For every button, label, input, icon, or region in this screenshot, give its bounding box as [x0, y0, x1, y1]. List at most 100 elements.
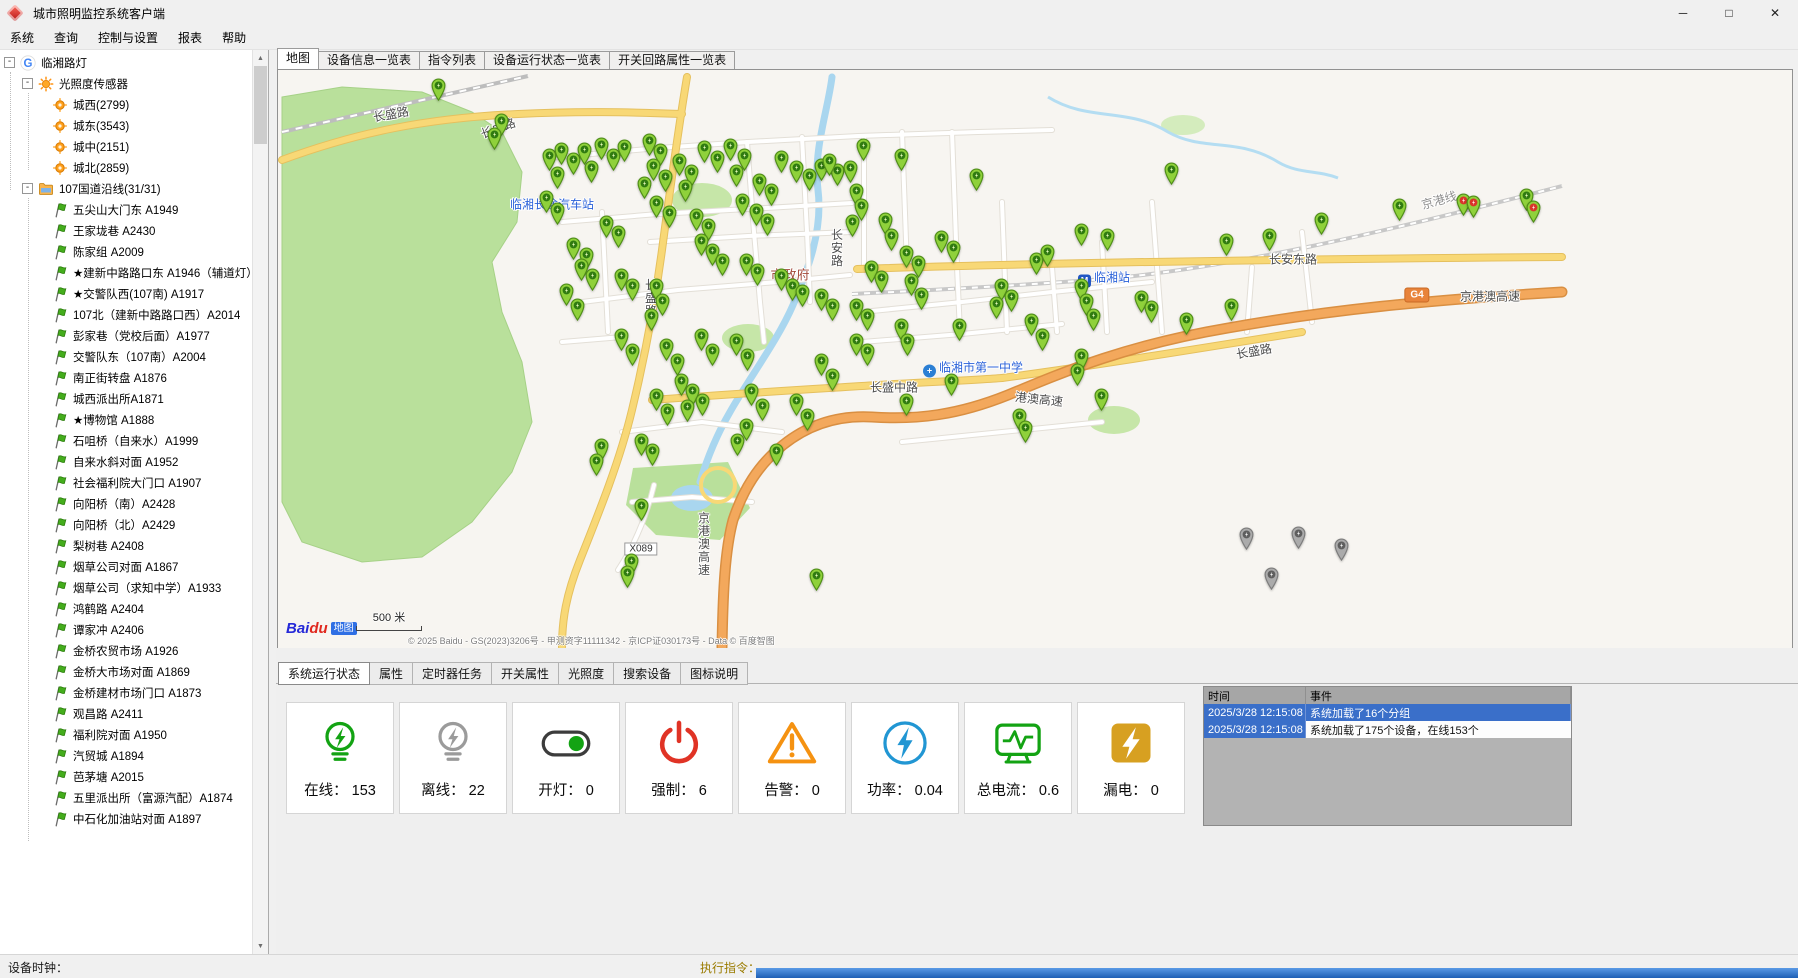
- tree-device-item[interactable]: 城西(2799): [0, 94, 252, 115]
- device-pin-online[interactable]: [588, 452, 605, 476]
- device-pin-online[interactable]: [844, 213, 861, 237]
- tree-device-item[interactable]: 交警队东（107南）A2004: [0, 346, 252, 367]
- device-pin-online[interactable]: [763, 182, 780, 206]
- device-pin-online[interactable]: [584, 267, 601, 291]
- status-card-alarm[interactable]: 告警：0: [738, 702, 846, 814]
- device-pin-online[interactable]: [821, 152, 838, 176]
- panel-tab-search-devices[interactable]: 搜索设备: [613, 662, 681, 685]
- device-pin-online[interactable]: [988, 295, 1005, 319]
- device-pin-alert[interactable]: [1465, 194, 1482, 218]
- device-pin-online[interactable]: [1261, 227, 1278, 251]
- device-pin-online[interactable]: [1223, 297, 1240, 321]
- panel-tab-system-status[interactable]: 系统运行状态: [278, 662, 370, 685]
- device-pin-online[interactable]: [729, 432, 746, 456]
- tab-switch-loop-props[interactable]: 开关回路属性一览表: [609, 51, 735, 69]
- device-pin-online[interactable]: [754, 397, 771, 421]
- event-log[interactable]: 时间 事件 2025/3/28 12:15:08系统加载了16个分组2025/3…: [1203, 686, 1572, 826]
- panel-tab-properties[interactable]: 属性: [369, 662, 413, 685]
- device-pin-online[interactable]: [759, 212, 776, 236]
- device-pin-online[interactable]: [1218, 232, 1235, 256]
- tree-scrollbar[interactable]: ▲ ▼: [252, 50, 268, 954]
- tree-device-item[interactable]: 观昌路 A2411: [0, 703, 252, 724]
- device-pin-online[interactable]: [824, 367, 841, 391]
- device-pin-online[interactable]: [549, 165, 566, 189]
- tab-command-list[interactable]: 指令列表: [419, 51, 485, 69]
- device-pin-online[interactable]: [694, 392, 711, 416]
- menu-item-control-settings[interactable]: 控制与设置: [88, 26, 168, 49]
- device-pin-online[interactable]: [624, 277, 641, 301]
- device-pin-online[interactable]: [1099, 227, 1116, 251]
- tree-device-item[interactable]: 五里派出所（富源汽配）A1874: [0, 787, 252, 808]
- device-pin-online[interactable]: [1069, 362, 1086, 386]
- device-pin-offline[interactable]: [1263, 566, 1280, 590]
- tree-device-item[interactable]: 彭家巷（党校后面）A1977: [0, 325, 252, 346]
- tree-device-item[interactable]: 向阳桥（北）A2429: [0, 514, 252, 535]
- device-pin-online[interactable]: [945, 239, 962, 263]
- status-card-offline[interactable]: 离线：22: [399, 702, 507, 814]
- tree-device-item[interactable]: ★交警队西(107南) A1917: [0, 283, 252, 304]
- tree-device-item[interactable]: 向阳桥（南）A2428: [0, 493, 252, 514]
- tree-device-item[interactable]: 社会福利院大门口 A1907: [0, 472, 252, 493]
- status-card-online[interactable]: 在线：153: [286, 702, 394, 814]
- tree-device-item[interactable]: 城西派出所A1871: [0, 388, 252, 409]
- tree-device-item[interactable]: 107北（建新中路路口西）A2014: [0, 304, 252, 325]
- device-pin-online[interactable]: [1039, 243, 1056, 267]
- device-pin-online[interactable]: [899, 332, 916, 356]
- device-pin-online[interactable]: [968, 167, 985, 191]
- device-pin-online[interactable]: [1003, 288, 1020, 312]
- panel-tab-illuminance[interactable]: 光照度: [558, 662, 614, 685]
- device-pin-alert[interactable]: [1525, 199, 1542, 223]
- tree-root-item[interactable]: -G临湘路灯: [0, 52, 252, 73]
- device-pin-offline[interactable]: [1290, 525, 1307, 549]
- event-log-header-event[interactable]: 事件: [1306, 687, 1571, 705]
- window-minimize-button[interactable]: ─: [1660, 0, 1706, 26]
- tree-group-item[interactable]: -光照度传感器: [0, 73, 252, 94]
- device-pin-online[interactable]: [610, 224, 627, 248]
- status-card-power[interactable]: 功率：0.04: [851, 702, 959, 814]
- tab-device-status[interactable]: 设备运行状态一览表: [484, 51, 610, 69]
- device-pin-online[interactable]: [799, 407, 816, 431]
- event-log-header-time[interactable]: 时间: [1204, 687, 1306, 705]
- status-card-lights-on[interactable]: 开灯：0: [512, 702, 620, 814]
- device-pin-online[interactable]: [714, 252, 731, 276]
- tree-device-item[interactable]: 鸿鹤路 A2404: [0, 598, 252, 619]
- device-pin-online[interactable]: [855, 137, 872, 161]
- tree-device-item[interactable]: 中石化加油站对面 A1897: [0, 808, 252, 829]
- tree-device-item[interactable]: 烟草公司（求知中学）A1933: [0, 577, 252, 598]
- device-pin-online[interactable]: [624, 342, 641, 366]
- panel-tab-switch-props[interactable]: 开关属性: [491, 662, 559, 685]
- tree-group-item[interactable]: -107国道沿线(31/31): [0, 178, 252, 199]
- tree-device-item[interactable]: 福利院对面 A1950: [0, 724, 252, 745]
- tree-device-item[interactable]: 南正街转盘 A1876: [0, 367, 252, 388]
- tree-device-item[interactable]: 五尖山大门东 A1949: [0, 199, 252, 220]
- device-pin-online[interactable]: [943, 372, 960, 396]
- scroll-up-icon[interactable]: ▲: [253, 50, 268, 66]
- event-log-row[interactable]: 2025/3/28 12:15:08系统加载了175个设备，在线153个: [1204, 721, 1571, 738]
- tree-device-item[interactable]: ★建新中路路口东 A1946（辅道灯）: [0, 262, 252, 283]
- device-pin-online[interactable]: [1093, 387, 1110, 411]
- tree-device-item[interactable]: 谭家冲 A2406: [0, 619, 252, 640]
- window-maximize-button[interactable]: □: [1706, 0, 1752, 26]
- collapse-expander-icon[interactable]: -: [22, 183, 33, 194]
- tree-device-item[interactable]: ★博物馆 A1888: [0, 409, 252, 430]
- device-pin-online[interactable]: [739, 347, 756, 371]
- scrollbar-thumb[interactable]: [254, 66, 267, 144]
- tree-device-item[interactable]: 城北(2859): [0, 157, 252, 178]
- device-pin-online[interactable]: [859, 342, 876, 366]
- collapse-expander-icon[interactable]: -: [22, 78, 33, 89]
- device-pin-online[interactable]: [633, 497, 650, 521]
- device-pin-online[interactable]: [728, 163, 745, 187]
- device-pin-online[interactable]: [619, 564, 636, 588]
- menu-item-system[interactable]: 系统: [0, 26, 44, 49]
- tree-device-item[interactable]: 梨树巷 A2408: [0, 535, 252, 556]
- device-pin-online[interactable]: [859, 307, 876, 331]
- tree-device-item[interactable]: 金桥建材市场门口 A1873: [0, 682, 252, 703]
- device-pin-online[interactable]: [486, 126, 503, 150]
- tab-device-info[interactable]: 设备信息一览表: [318, 51, 420, 69]
- device-pin-online[interactable]: [661, 204, 678, 228]
- window-close-button[interactable]: ✕: [1752, 0, 1798, 26]
- tree-device-item[interactable]: 金桥大市场对面 A1869: [0, 661, 252, 682]
- device-pin-online[interactable]: [951, 317, 968, 341]
- device-pin-online[interactable]: [794, 283, 811, 307]
- tree-device-item[interactable]: 王家垅巷 A2430: [0, 220, 252, 241]
